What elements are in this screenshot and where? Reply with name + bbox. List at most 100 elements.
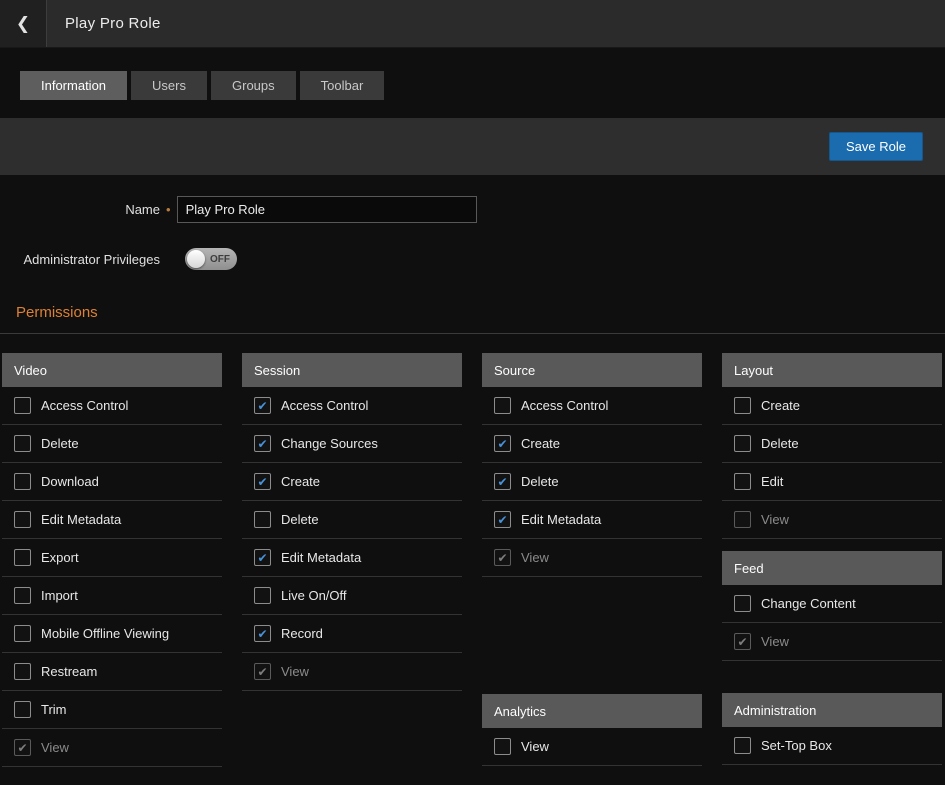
checkbox: ✔	[254, 663, 271, 680]
checkbox[interactable]: ✔	[494, 511, 511, 528]
group-video: Video Access Control Delete Download Edit Me…	[2, 353, 222, 767]
checkbox: ✔	[734, 633, 751, 650]
checkbox[interactable]	[494, 397, 511, 414]
group-administration: Administration Set-Top Box	[722, 693, 942, 765]
checkbox[interactable]	[254, 511, 271, 528]
permission-row[interactable]: Restream	[2, 653, 222, 691]
checkbox[interactable]	[14, 625, 31, 642]
permission-row[interactable]: ✔ Edit Metadata	[482, 501, 702, 539]
checkbox-label: Set-Top Box	[761, 738, 832, 753]
permission-row[interactable]: Download	[2, 463, 222, 501]
checkbox[interactable]	[494, 738, 511, 755]
permission-row[interactable]: ✔Record	[242, 615, 462, 653]
permission-row[interactable]: Export	[2, 539, 222, 577]
toggle-state-label: OFF	[210, 254, 230, 265]
checkbox-label: Delete	[41, 436, 79, 451]
top-bar: ❮ Play Pro Role	[0, 0, 945, 48]
checkbox[interactable]	[14, 663, 31, 680]
checkbox-label: Change Sources	[281, 436, 378, 451]
checkbox[interactable]	[734, 435, 751, 452]
action-bar: Save Role	[0, 118, 945, 175]
permission-row[interactable]: Live On/Off	[242, 577, 462, 615]
checkbox[interactable]	[14, 473, 31, 490]
group-analytics: AnalyticsView	[482, 694, 702, 766]
permission-row[interactable]: ✔ View	[242, 653, 462, 691]
permission-row[interactable]: ✔ Delete	[482, 463, 702, 501]
checkbox-label: View	[281, 664, 309, 679]
checkbox-label: Access Control	[521, 398, 608, 413]
group-header-administration: Administration	[722, 693, 942, 727]
permission-row[interactable]: Delete	[242, 501, 462, 539]
checkbox: ✔	[494, 549, 511, 566]
checkbox-label: Delete	[761, 436, 799, 451]
group-header-layout: Layout	[722, 353, 942, 387]
checkbox[interactable]	[14, 511, 31, 528]
checkbox[interactable]: ✔	[254, 473, 271, 490]
checkbox-label: Edit Metadata	[41, 512, 121, 527]
checkbox-label: Import	[41, 588, 78, 603]
group-layout: LayoutCreate Delete EditView	[722, 353, 942, 539]
permission-row[interactable]: Delete	[722, 425, 942, 463]
checkbox[interactable]: ✔	[254, 625, 271, 642]
checkbox[interactable]	[734, 397, 751, 414]
name-label: Name	[0, 202, 160, 217]
checkbox[interactable]	[14, 549, 31, 566]
admin-privileges-toggle[interactable]: OFF	[185, 248, 237, 270]
permission-row[interactable]: ✔Access Control	[242, 387, 462, 425]
permission-row[interactable]: ✔View	[2, 729, 222, 767]
checkbox[interactable]	[14, 397, 31, 414]
checkbox[interactable]	[734, 473, 751, 490]
checkbox[interactable]: ✔	[254, 549, 271, 566]
checkbox[interactable]	[734, 595, 751, 612]
back-button[interactable]: ❮	[0, 0, 47, 47]
checkbox-label: Change Content	[761, 596, 856, 611]
checkbox-label: Delete	[521, 474, 559, 489]
permission-row[interactable]: Access Control	[482, 387, 702, 425]
checkbox[interactable]: ✔	[254, 397, 271, 414]
permission-row[interactable]: ✔Edit Metadata	[242, 539, 462, 577]
permission-column-3: SourceAccess Control✔Create✔Delete✔Edit …	[482, 353, 702, 766]
required-marker: •	[166, 202, 171, 217]
permission-row[interactable]: Access Control	[2, 387, 222, 425]
chevron-left-icon: ❮	[16, 14, 30, 34]
checkbox-label: Access Control	[41, 398, 128, 413]
permission-row[interactable]: ✔View	[722, 623, 942, 661]
permission-row[interactable]: ✔Create	[242, 463, 462, 501]
name-input[interactable]	[177, 196, 477, 223]
permission-row[interactable]: ✔Create	[482, 425, 702, 463]
checkbox[interactable]: ✔	[494, 435, 511, 452]
permission-row[interactable]: Import	[2, 577, 222, 615]
permission-row[interactable]: Set-Top Box	[722, 727, 942, 765]
checkbox-label: Edit Metadata	[521, 512, 601, 527]
permission-row[interactable]: Trim	[2, 691, 222, 729]
permission-row[interactable]: ✔ Change Sources	[242, 425, 462, 463]
permission-row[interactable]: Delete	[2, 425, 222, 463]
checkbox[interactable]: ✔	[494, 473, 511, 490]
tab-groups[interactable]: Groups	[211, 71, 296, 100]
permission-row[interactable]: Change Content	[722, 585, 942, 623]
permission-row[interactable]: View	[722, 501, 942, 539]
permission-row[interactable]: Edit Metadata	[2, 501, 222, 539]
checkbox[interactable]	[14, 587, 31, 604]
permission-row[interactable]: ✔View	[482, 539, 702, 577]
checkbox[interactable]	[14, 701, 31, 718]
checkbox[interactable]	[254, 587, 271, 604]
permission-row[interactable]: Edit	[722, 463, 942, 501]
permission-row[interactable]: View	[482, 728, 702, 766]
group-session: Session✔Access Control✔Change Sources✔Cr…	[242, 353, 462, 691]
permission-column-1: Video Access Control Delete Download Edit Me…	[2, 353, 222, 767]
checkbox-label: Restream	[41, 664, 97, 679]
checkbox-label: Delete	[281, 512, 319, 527]
save-role-button[interactable]: Save Role	[829, 132, 923, 161]
group-header-video: Video	[2, 353, 222, 387]
checkbox[interactable]: ✔	[254, 435, 271, 452]
tab-users[interactable]: Users	[131, 71, 207, 100]
checkbox-label: Download	[41, 474, 99, 489]
tab-toolbar[interactable]: Toolbar	[300, 71, 385, 100]
group-header-source: Source	[482, 353, 702, 387]
tab-information[interactable]: Information	[20, 71, 127, 100]
checkbox[interactable]	[734, 737, 751, 754]
permission-row[interactable]: Mobile Offline Viewing	[2, 615, 222, 653]
permission-row[interactable]: Create	[722, 387, 942, 425]
checkbox[interactable]	[14, 435, 31, 452]
